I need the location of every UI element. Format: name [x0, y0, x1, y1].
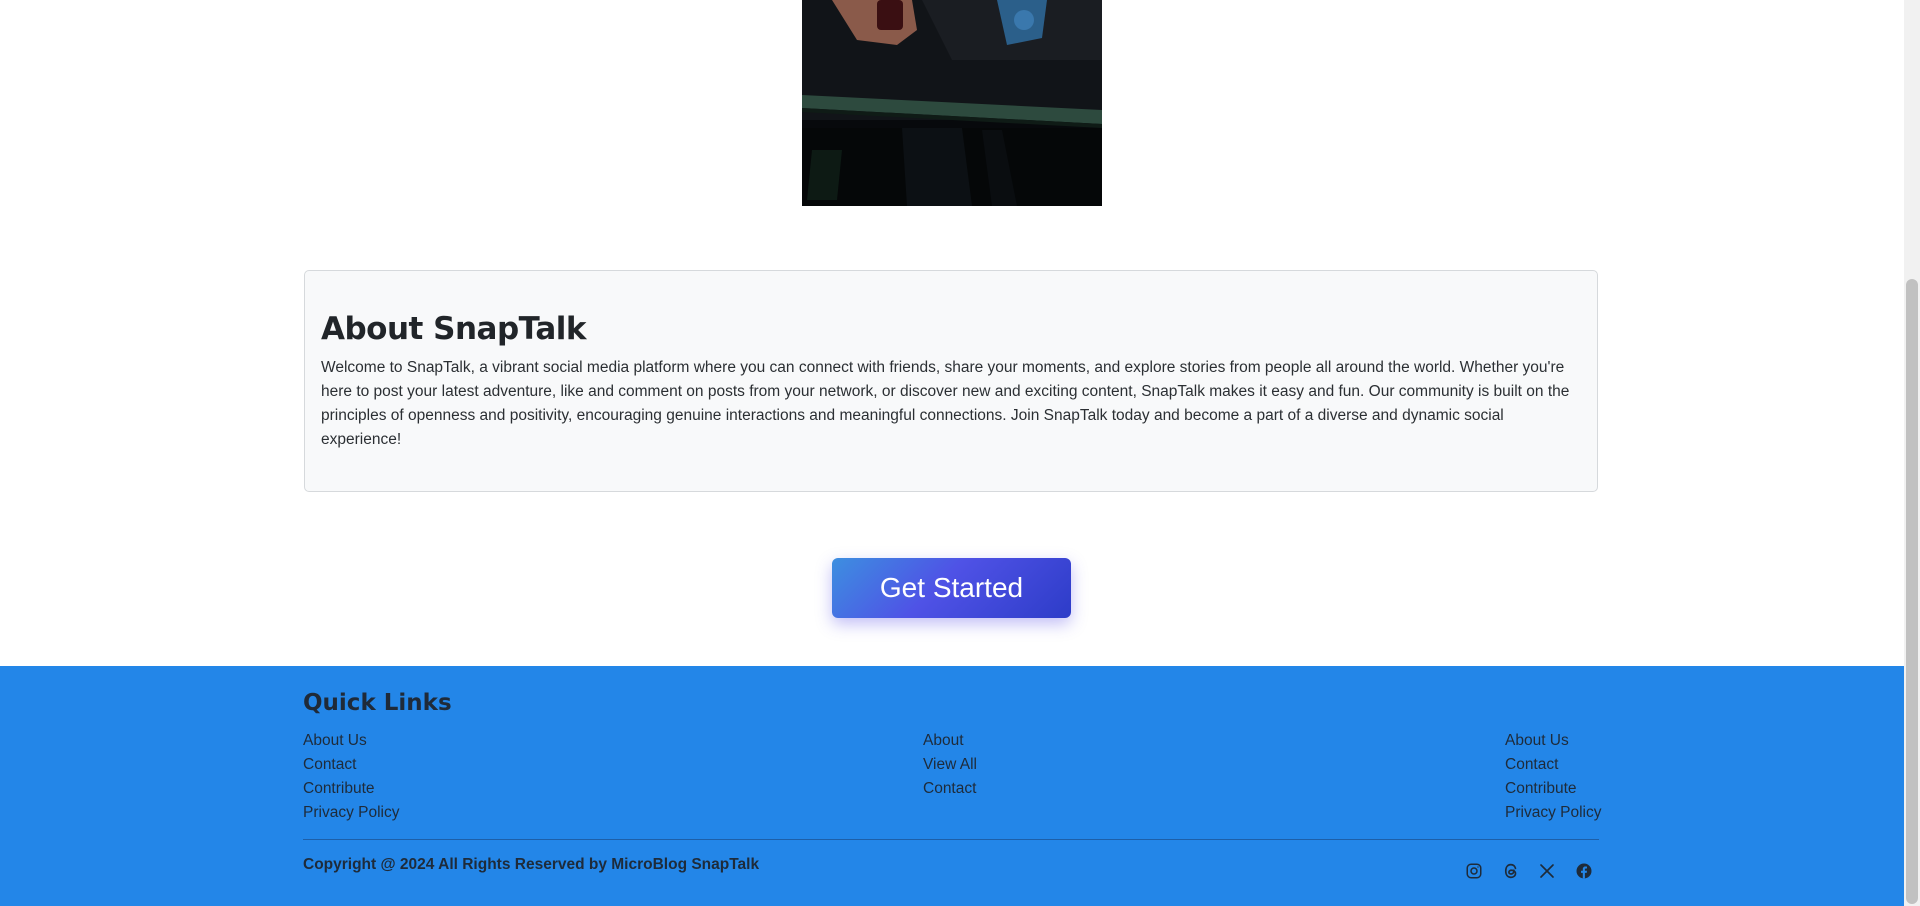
- footer-divider: [303, 839, 1599, 840]
- footer-link-contact[interactable]: Contact: [923, 780, 976, 797]
- list-item: About: [923, 728, 977, 752]
- list-item: Contact: [923, 776, 977, 800]
- footer-heading: Quick Links: [303, 690, 452, 716]
- list-item: About Us: [1505, 728, 1601, 752]
- footer-link-about-us[interactable]: About Us: [303, 732, 367, 749]
- footer-link-about-us[interactable]: About Us: [1505, 732, 1569, 749]
- page-scrollbar[interactable]: [1904, 0, 1920, 906]
- x-icon[interactable]: [1536, 860, 1558, 882]
- footer-links-column-2: About View All Contact: [923, 728, 977, 800]
- instagram-icon[interactable]: [1463, 860, 1485, 882]
- footer-link-about[interactable]: About: [923, 732, 964, 749]
- footer-link-contribute[interactable]: Contribute: [1505, 780, 1577, 797]
- list-item: Contribute: [303, 776, 399, 800]
- about-description: Welcome to SnapTalk, a vibrant social me…: [321, 359, 1570, 448]
- facebook-icon[interactable]: [1573, 860, 1595, 882]
- list-item: View All: [923, 752, 977, 776]
- get-started-button[interactable]: Get Started: [832, 558, 1071, 618]
- footer-link-privacy-policy[interactable]: Privacy Policy: [1505, 804, 1601, 821]
- list-item: Contact: [303, 752, 399, 776]
- footer-links-column-1: About Us Contact Contribute Privacy Poli…: [303, 728, 399, 824]
- copyright-text: Copyright @ 2024 All Rights Reserved by …: [303, 856, 760, 873]
- footer-link-contact[interactable]: Contact: [1505, 756, 1558, 773]
- list-item: Privacy Policy: [303, 800, 399, 824]
- list-item: Contact: [1505, 752, 1601, 776]
- footer-link-view-all[interactable]: View All: [923, 756, 977, 773]
- footer-link-contact[interactable]: Contact: [303, 756, 356, 773]
- about-card: About SnapTalk Welcome to SnapTalk, a vi…: [304, 270, 1598, 492]
- footer-link-privacy-policy[interactable]: Privacy Policy: [303, 804, 399, 821]
- list-item: About Us: [303, 728, 399, 752]
- footer-link-contribute[interactable]: Contribute: [303, 780, 375, 797]
- threads-icon[interactable]: [1500, 860, 1522, 882]
- list-item: Privacy Policy: [1505, 800, 1601, 824]
- list-item: Contribute: [1505, 776, 1601, 800]
- hero-image: [802, 0, 1102, 206]
- page: About SnapTalk Welcome to SnapTalk, a vi…: [0, 0, 1904, 906]
- footer: Quick Links About Us Contact Contribute …: [0, 666, 1904, 906]
- footer-links-column-3: About Us Contact Contribute Privacy Poli…: [1505, 728, 1601, 824]
- scrollbar-thumb[interactable]: [1906, 279, 1918, 904]
- about-title: About SnapTalk: [321, 311, 586, 347]
- hero-photo-graphic: [802, 0, 1102, 206]
